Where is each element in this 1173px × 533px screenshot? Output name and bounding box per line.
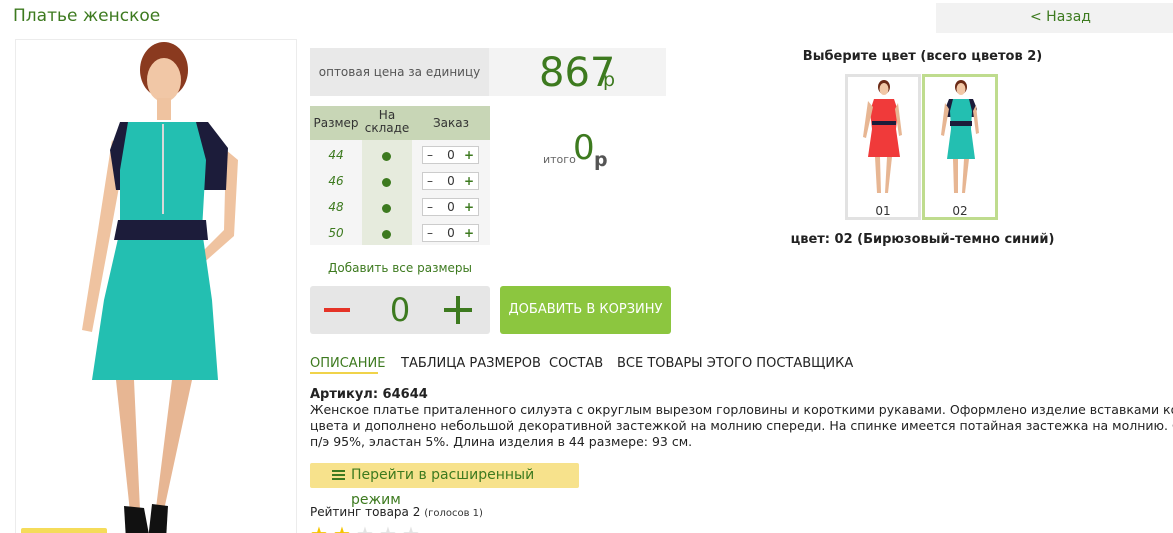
decrement-button[interactable]: – [427, 199, 433, 215]
back-link[interactable]: < Назад [1030, 9, 1091, 25]
color-01-thumbnail [863, 80, 902, 193]
color-label: 02 [952, 204, 968, 218]
star-icon[interactable]: ★ [333, 524, 351, 533]
color-label: 01 [875, 204, 891, 218]
color-heading: Выберите цвет (всего цветов 2) [802, 49, 1043, 64]
size-table: Размер На складе Заказ 44 – 0 + 46 – 0 +… [310, 106, 490, 245]
article-number: Артикул: 64644 [310, 387, 428, 402]
increment-button[interactable]: + [464, 147, 474, 163]
price-currency: р [603, 69, 616, 91]
product-description: Женское платье приталенного силуэта с ок… [310, 402, 1173, 450]
in-stock-dot-icon [382, 152, 391, 161]
size-qty-stepper[interactable]: – 0 + [422, 146, 479, 164]
tab-composition[interactable]: СОСТАВ [549, 356, 603, 371]
tab-supplier-products[interactable]: ВСЕ ТОВАРЫ ЭТОГО ПОСТАВЩИКА [617, 356, 853, 371]
decrement-button[interactable]: – [427, 225, 433, 241]
product-photo[interactable] [15, 39, 297, 533]
size-qty-value[interactable]: 0 [441, 173, 461, 189]
decrement-button[interactable]: – [427, 173, 433, 189]
advanced-mode-button[interactable]: Перейти в расширенный режим [310, 463, 579, 508]
total-currency: р [594, 149, 608, 171]
color-swatch-01[interactable]: 01 [845, 74, 921, 220]
total-label: итого [543, 153, 576, 166]
selected-color-label: цвет: 02 (Бирюзовый-темно синий) [790, 232, 1055, 247]
size-qty-value[interactable]: 0 [441, 199, 461, 215]
size-label: 50 [328, 226, 344, 240]
decrement-button[interactable]: – [427, 147, 433, 163]
rating-text: Рейтинг товара 2 [310, 505, 421, 519]
in-stock-dot-icon [382, 204, 391, 213]
order-header: Заказ [412, 106, 490, 140]
increment-button[interactable]: + [464, 199, 474, 215]
description-line: п/э 95%, эластан 5%. Длина изделия в 44 … [310, 434, 693, 449]
star-icon[interactable]: ★ [402, 524, 420, 533]
price-label: оптовая цена за единицу [318, 65, 481, 79]
increment-button[interactable]: + [464, 225, 474, 241]
stock-header: На складе [362, 106, 412, 140]
size-label: 46 [328, 174, 344, 188]
list-icon [332, 470, 345, 481]
photo-badge [21, 528, 107, 533]
color-swatch-02[interactable]: 02 [922, 74, 998, 220]
plus-icon[interactable] [444, 296, 472, 324]
total-value: 0 [573, 128, 595, 168]
description-line: цвета и дополнено небольшой декоративной… [310, 418, 1173, 433]
size-qty-value[interactable]: 0 [441, 147, 461, 163]
product-image [82, 42, 238, 533]
increment-button[interactable]: + [464, 173, 474, 189]
description-line: Женское платье приталенного силуэта с ок… [310, 402, 1173, 417]
quantity-stepper: 0 [310, 286, 490, 334]
rating-label: Рейтинг товара 2 (голосов 1) [310, 505, 483, 519]
rating-stars[interactable]: ★ ★ ★ ★ ★ [310, 524, 430, 533]
tab-size-table[interactable]: ТАБЛИЦА РАЗМЕРОВ [401, 356, 541, 371]
star-icon[interactable]: ★ [310, 524, 328, 533]
add-all-sizes-link[interactable]: Добавить все размеры [310, 261, 490, 275]
size-label: 48 [328, 200, 344, 214]
page-title: Платье женское [13, 6, 161, 26]
in-stock-dot-icon [382, 230, 391, 239]
color-02-thumbnail [941, 80, 979, 193]
size-header: Размер [310, 106, 362, 140]
size-qty-stepper[interactable]: – 0 + [422, 224, 479, 242]
price-label-box: оптовая цена за единицу [310, 48, 489, 96]
in-stock-dot-icon [382, 178, 391, 187]
size-qty-value[interactable]: 0 [441, 225, 461, 241]
rating-votes: (голосов 1) [424, 508, 483, 519]
active-tab-indicator [310, 372, 378, 374]
minus-icon[interactable] [324, 308, 350, 312]
star-icon[interactable]: ★ [356, 524, 374, 533]
star-icon[interactable]: ★ [379, 524, 397, 533]
size-qty-stepper[interactable]: – 0 + [422, 172, 479, 190]
size-label: 44 [328, 148, 344, 162]
quantity-value[interactable]: 0 [382, 292, 418, 328]
add-to-cart-button[interactable]: ДОБАВИТЬ В КОРЗИНУ [500, 286, 671, 334]
size-qty-stepper[interactable]: – 0 + [422, 198, 479, 216]
tab-description[interactable]: ОПИСАНИЕ [310, 356, 385, 371]
